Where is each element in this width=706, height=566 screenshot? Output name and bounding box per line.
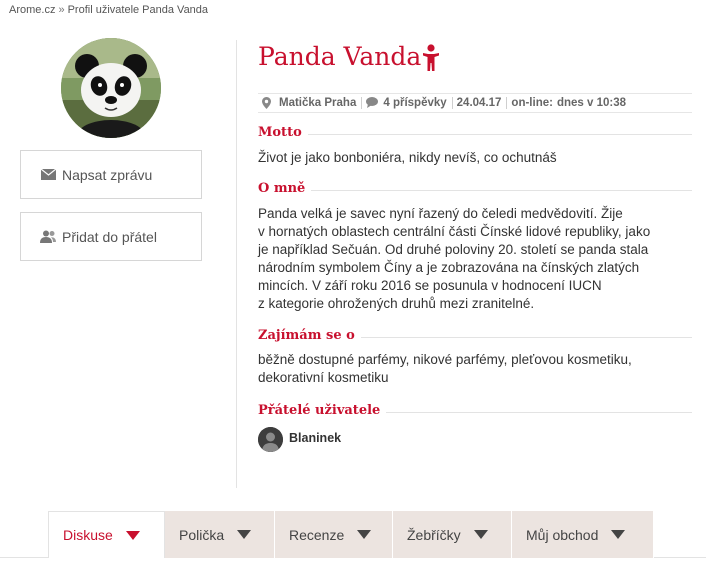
tab-diskuse[interactable]: Diskuse [48, 511, 165, 558]
friends-heading: Přátelé uživatele [258, 403, 387, 418]
add-friend-label: Přidat do přátel [62, 228, 157, 245]
send-message-button[interactable]: Napsat zprávu [20, 150, 202, 199]
friend-name-link[interactable]: Blaninek [289, 431, 341, 445]
about-line: v hornatých oblastech centrální části Čí… [258, 224, 651, 239]
breadcrumb: Arome.cz» Profil uživatele Panda Vanda [9, 4, 208, 16]
about-line: Panda velká je savec nyní řazený do čele… [258, 206, 623, 221]
envelope-icon [40, 168, 56, 182]
tab-policka[interactable]: Polička [165, 511, 275, 558]
profile-name: Panda Vanda [258, 42, 422, 71]
meta-divider [361, 97, 363, 109]
tab-label: Žebříčky [407, 526, 461, 543]
dropdown-triangle-icon [125, 530, 140, 540]
interests-text: běžně dostupné parfémy, nikové parfémy, … [258, 351, 692, 387]
breadcrumb-home-link[interactable]: Arome.cz [9, 4, 55, 16]
about-line: mincích. V září roku 2016 se posunula v … [258, 278, 602, 293]
profile-tabs: Diskuse Polička Recenze Žebříčky Můj obc… [48, 511, 654, 558]
profile-meta-bar: Matička Praha 4 příspěvky 24.04.17 on-li… [258, 93, 692, 113]
tab-label: Polička [179, 526, 225, 543]
interests-heading: Zajímám se o [258, 328, 361, 343]
tab-zebricky[interactable]: Žebříčky [393, 511, 512, 558]
motto-heading: Motto [258, 125, 308, 140]
about-text: Panda velká je savec nyní řazený do čele… [258, 205, 692, 313]
user-figure-icon [423, 44, 439, 71]
profile-location: Matička Praha [279, 97, 357, 109]
column-divider [236, 40, 237, 488]
profile-post-count[interactable]: 4 příspěvky [383, 97, 446, 109]
panda-avatar-image [61, 38, 161, 138]
profile-online-label: on-line: [511, 97, 553, 109]
about-line: je například Sečuán. Od druhé poloviny 2… [258, 242, 649, 257]
dropdown-triangle-icon [357, 530, 372, 539]
tab-label: Recenze [289, 526, 345, 543]
friend-avatar-image [258, 427, 283, 452]
breadcrumb-current: Profil uživatele Panda Vanda [67, 4, 209, 16]
dropdown-triangle-icon [473, 530, 488, 539]
location-pin-icon [262, 97, 274, 109]
add-friend-button[interactable]: Přidat do přátel [20, 212, 202, 261]
tab-muj-obchod[interactable]: Můj obchod [512, 511, 654, 558]
tab-label: Diskuse [63, 527, 113, 543]
send-message-label: Napsat zprávu [62, 166, 153, 183]
about-heading: O mně [258, 181, 312, 196]
speech-bubble-icon [366, 97, 379, 109]
interests-line: běžně dostupné parfémy, nikové parfémy, … [258, 352, 632, 367]
profile-joined-date: 24.04.17 [456, 97, 502, 109]
dropdown-triangle-icon [237, 530, 252, 539]
profile-online-value: dnes v 10:38 [556, 97, 626, 109]
friend-avatar[interactable] [258, 427, 283, 452]
motto-rule [258, 134, 692, 135]
about-line: z kategorie ohrožených druhů mezi zranit… [258, 296, 535, 311]
meta-divider [451, 97, 453, 109]
motto-text: Život je jako bonboniéra, nikdy nevíš, c… [258, 150, 557, 165]
dropdown-triangle-icon [611, 530, 626, 539]
tab-recenze[interactable]: Recenze [275, 511, 393, 558]
breadcrumb-separator: » [58, 4, 65, 16]
avatar [61, 38, 161, 138]
meta-divider [506, 97, 508, 109]
interests-line: dekorativní kosmetiku [258, 370, 389, 385]
about-line: národním symbolem Číny a je zobrazována … [258, 260, 640, 275]
users-icon [40, 230, 56, 244]
tab-label: Můj obchod [526, 526, 599, 543]
about-rule [258, 190, 692, 191]
